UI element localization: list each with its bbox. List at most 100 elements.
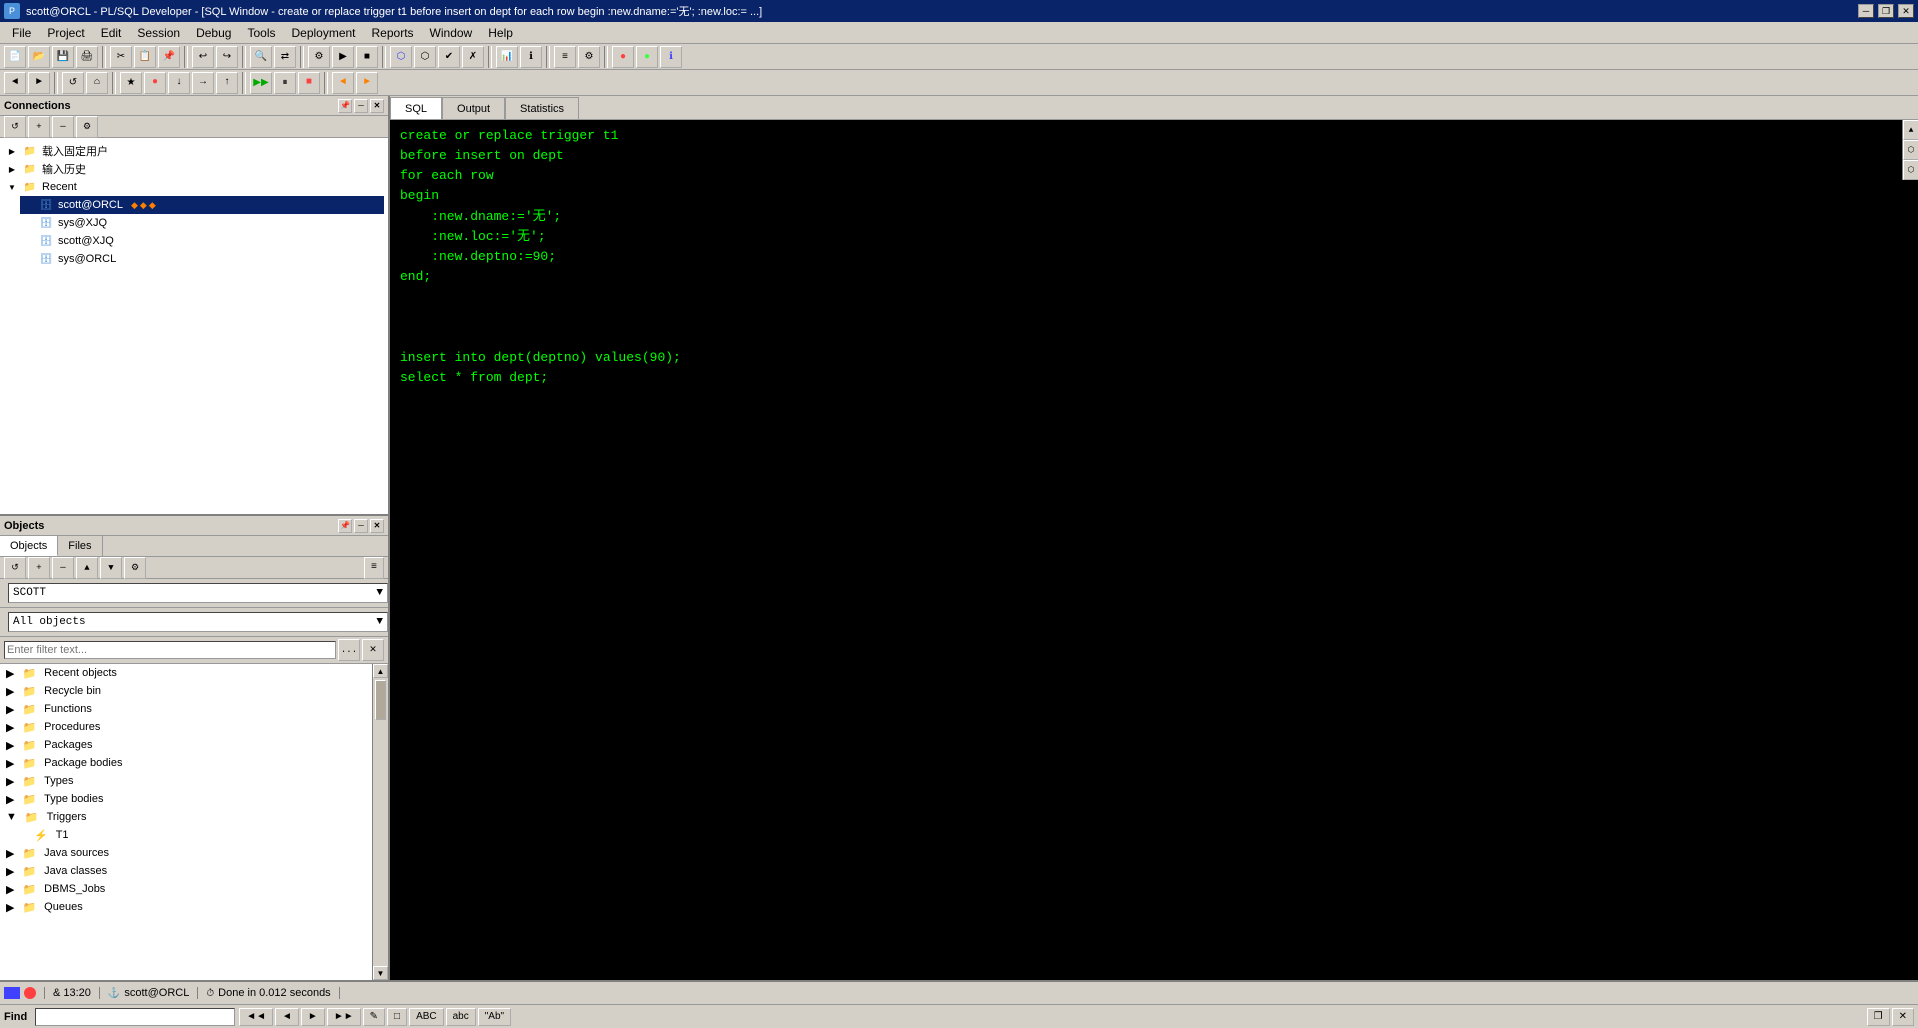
- tb-rollback-button[interactable]: ✗: [462, 46, 484, 68]
- tb-explain-button[interactable]: 📊: [496, 46, 518, 68]
- obj-down-button[interactable]: ▼: [100, 557, 122, 579]
- tb-options-button[interactable]: ⚙: [578, 46, 600, 68]
- restore-button[interactable]: ❐: [1878, 4, 1894, 18]
- obj-settings-button[interactable]: ⚙: [124, 557, 146, 579]
- tb-describe-button[interactable]: ℹ: [520, 46, 542, 68]
- objects-close-button[interactable]: ✕: [370, 519, 384, 533]
- obj-add-button[interactable]: +: [28, 557, 50, 579]
- objects-pin-button[interactable]: 📌: [338, 519, 352, 533]
- obj-tree-item-java-classes[interactable]: ▶ 📁 Java classes: [0, 862, 372, 880]
- obj-tree-item-t1[interactable]: ⚡ T1: [0, 826, 372, 844]
- tb-paste-button[interactable]: 📌: [158, 46, 180, 68]
- tb-redo-button[interactable]: ↪: [216, 46, 238, 68]
- obj-tree-item-recycle-bin[interactable]: ▶ 📁 Recycle bin: [0, 682, 372, 700]
- obj-tree-item-triggers[interactable]: ▼ 📁 Triggers: [0, 808, 372, 826]
- obj-remove-button[interactable]: ─: [52, 557, 74, 579]
- tb2-nav-fwd[interactable]: ►: [28, 72, 50, 94]
- right-icon-1[interactable]: ▲: [1903, 120, 1918, 140]
- right-icon-2[interactable]: ⬡: [1903, 140, 1918, 160]
- menu-tools[interactable]: Tools: [239, 22, 283, 44]
- objects-tree[interactable]: ▶ 📁 Recent objects ▶ 📁 Recycle bin ▶ 📁: [0, 664, 388, 980]
- close-button[interactable]: ✕: [1898, 4, 1914, 18]
- tb2-breakpoint[interactable]: ●: [144, 72, 166, 94]
- conn-add-button[interactable]: +: [28, 116, 50, 138]
- find-edit-button[interactable]: ✎: [363, 1008, 385, 1026]
- scroll-thumb[interactable]: [375, 680, 386, 720]
- find-prev-button[interactable]: ◄: [275, 1008, 299, 1026]
- conn-tree-item-sys-xjq[interactable]: 🗄 sys@XJQ: [20, 214, 384, 232]
- tb-open-button[interactable]: 📂: [28, 46, 50, 68]
- obj-tree-item-java-sources[interactable]: ▶ 📁 Java sources: [0, 844, 372, 862]
- connections-minimize-button[interactable]: ─: [354, 99, 368, 113]
- tb-run-button[interactable]: ▶: [332, 46, 354, 68]
- conn-tree-item-scott-orcl[interactable]: 🗄 scott@ORCL ◆ ◆ ◆: [20, 196, 384, 214]
- tb2-bookmark[interactable]: ★: [120, 72, 142, 94]
- menu-help[interactable]: Help: [480, 22, 521, 44]
- connections-tree[interactable]: ▶ 📁 载入固定用户 ▶ 📁 输入历史 ▼ 📁 Recent 🗄: [0, 138, 388, 514]
- tb2-arrow-left[interactable]: ◄: [332, 72, 354, 94]
- obj-tree-item-types[interactable]: ▶ 📁 Types: [0, 772, 372, 790]
- menu-session[interactable]: Session: [129, 22, 188, 44]
- find-quote-button[interactable]: "Ab": [478, 1008, 511, 1026]
- connections-pin-button[interactable]: 📌: [338, 99, 352, 113]
- tab-statistics[interactable]: Statistics: [505, 97, 579, 119]
- tb2-debug-run[interactable]: ▶▶: [250, 72, 272, 94]
- obj-tree-item-package-bodies[interactable]: ▶ 📁 Package bodies: [0, 754, 372, 772]
- conn-refresh-button[interactable]: ↺: [4, 116, 26, 138]
- tb2-arrow-right[interactable]: ►: [356, 72, 378, 94]
- conn-tree-item-fixed-users[interactable]: ▶ 📁 载入固定用户: [4, 142, 384, 160]
- tb-undo-button[interactable]: ↩: [192, 46, 214, 68]
- tb-connect-button[interactable]: ⬡: [390, 46, 412, 68]
- sql-editor[interactable]: create or replace trigger t1 before inse…: [390, 120, 1918, 980]
- tb-info-button[interactable]: ℹ: [660, 46, 682, 68]
- obj-view-button[interactable]: ≡: [364, 557, 384, 579]
- find-case-button[interactable]: □: [387, 1008, 407, 1026]
- tab-objects[interactable]: Objects: [0, 536, 58, 556]
- find-last-button[interactable]: ►►: [327, 1008, 361, 1026]
- conn-settings-button[interactable]: ⚙: [76, 116, 98, 138]
- menu-edit[interactable]: Edit: [93, 22, 130, 44]
- connections-close-button[interactable]: ✕: [370, 99, 384, 113]
- tab-output[interactable]: Output: [442, 97, 505, 119]
- scroll-track[interactable]: [373, 678, 388, 966]
- tb-commit-button[interactable]: ✔: [438, 46, 460, 68]
- tb-disconnect-button[interactable]: ⬡: [414, 46, 436, 68]
- minimize-button[interactable]: ─: [1858, 4, 1874, 18]
- find-close-button[interactable]: ✕: [1892, 1008, 1914, 1026]
- tb-print-button[interactable]: 🖨: [76, 46, 98, 68]
- filter-input[interactable]: [4, 641, 336, 659]
- objects-minimize-button[interactable]: ─: [354, 519, 368, 533]
- filter-clear-button[interactable]: ✕: [362, 639, 384, 661]
- obj-up-button[interactable]: ▲: [76, 557, 98, 579]
- conn-tree-item-sys-orcl[interactable]: 🗄 sys@ORCL: [20, 250, 384, 268]
- tb-import-button[interactable]: ●: [612, 46, 634, 68]
- find-restore-button[interactable]: ❐: [1867, 1008, 1890, 1026]
- tb2-nav-back[interactable]: ◄: [4, 72, 26, 94]
- schema-select[interactable]: SCOTT ▼: [8, 583, 388, 603]
- conn-tree-item-history[interactable]: ▶ 📁 输入历史: [4, 160, 384, 178]
- obj-tree-item-queues[interactable]: ▶ 📁 Queues: [0, 898, 372, 916]
- tb-replace-button[interactable]: ⇄: [274, 46, 296, 68]
- tb-export-button[interactable]: ●: [636, 46, 658, 68]
- tb-format-button[interactable]: ≡: [554, 46, 576, 68]
- tb-cut-button[interactable]: ✂: [110, 46, 132, 68]
- obj-tree-item-functions[interactable]: ▶ 📁 Functions: [0, 700, 372, 718]
- obj-tree-item-packages[interactable]: ▶ 📁 Packages: [0, 736, 372, 754]
- find-first-button[interactable]: ◄◄: [239, 1008, 273, 1026]
- object-type-select[interactable]: All objects ▼: [8, 612, 388, 632]
- right-icon-3[interactable]: ⬡: [1903, 160, 1918, 180]
- scroll-up-button[interactable]: ▲: [373, 664, 388, 678]
- find-lowercase-button[interactable]: abc: [446, 1008, 476, 1026]
- tb2-step-over[interactable]: →: [192, 72, 214, 94]
- menu-file[interactable]: File: [4, 22, 39, 44]
- menu-reports[interactable]: Reports: [364, 22, 422, 44]
- objects-scrollbar[interactable]: ▲ ▼: [372, 664, 388, 980]
- conn-remove-button[interactable]: ─: [52, 116, 74, 138]
- obj-tree-item-procedures[interactable]: ▶ 📁 Procedures: [0, 718, 372, 736]
- obj-refresh-button[interactable]: ↺: [4, 557, 26, 579]
- tb2-step-out[interactable]: ↑: [216, 72, 238, 94]
- tb-save-button[interactable]: 💾: [52, 46, 74, 68]
- scroll-down-button[interactable]: ▼: [373, 966, 388, 980]
- obj-tree-item-type-bodies[interactable]: ▶ 📁 Type bodies: [0, 790, 372, 808]
- tb2-home[interactable]: ⌂: [86, 72, 108, 94]
